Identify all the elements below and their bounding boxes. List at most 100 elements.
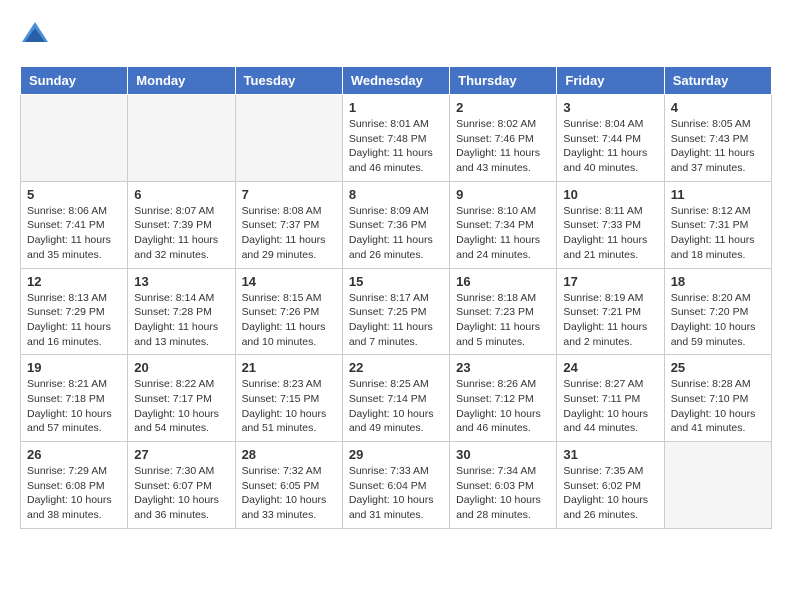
day-number: 4 <box>671 100 765 115</box>
calendar-day-cell: 28 Sunrise: 7:32 AM Sunset: 6:05 PM Dayli… <box>235 442 342 529</box>
calendar-day-header: Sunday <box>21 67 128 95</box>
day-number: 27 <box>134 447 228 462</box>
calendar-day-cell: 12 Sunrise: 8:13 AM Sunset: 7:29 PM Dayli… <box>21 268 128 355</box>
calendar-day-cell: 15Sunrise: 8:17 AM Sunset: 7:25 PM Dayli… <box>342 268 449 355</box>
day-number: 21 <box>242 360 336 375</box>
calendar-day-cell: 7 Sunrise: 8:08 AM Sunset: 7:37 PM Daylig… <box>235 181 342 268</box>
day-info: Sunrise: 8:02 AM Sunset: 7:46 PM Dayligh… <box>456 117 550 176</box>
calendar-day-cell: 16 Sunrise: 8:18 AM Sunset: 7:23 PM Dayli… <box>450 268 557 355</box>
day-info: Sunrise: 8:23 AM Sunset: 7:15 PM Dayligh… <box>242 377 336 436</box>
calendar-day-cell: 30 Sunrise: 7:34 AM Sunset: 6:03 PM Dayli… <box>450 442 557 529</box>
day-info: Sunrise: 8:14 AM Sunset: 7:28 PM Dayligh… <box>134 291 228 350</box>
calendar-day-cell: 2 Sunrise: 8:02 AM Sunset: 7:46 PM Daylig… <box>450 95 557 182</box>
day-info: Sunrise: 7:32 AM Sunset: 6:05 PM Dayligh… <box>242 464 336 523</box>
day-number: 14 <box>242 274 336 289</box>
day-info: Sunrise: 7:34 AM Sunset: 6:03 PM Dayligh… <box>456 464 550 523</box>
day-number: 6 <box>134 187 228 202</box>
calendar-day-cell: 23 Sunrise: 8:26 AM Sunset: 7:12 PM Dayli… <box>450 355 557 442</box>
day-number: 29 <box>349 447 443 462</box>
day-info: Sunrise: 8:26 AM Sunset: 7:12 PM Dayligh… <box>456 377 550 436</box>
day-info: Sunrise: 8:15 AM Sunset: 7:26 PM Dayligh… <box>242 291 336 350</box>
day-number: 15 <box>349 274 443 289</box>
day-info: Sunrise: 8:08 AM Sunset: 7:37 PM Dayligh… <box>242 204 336 263</box>
day-info: Sunrise: 8:25 AM Sunset: 7:14 PM Dayligh… <box>349 377 443 436</box>
day-info: Sunrise: 8:11 AM Sunset: 7:33 PM Dayligh… <box>563 204 657 263</box>
day-info: Sunrise: 8:10 AM Sunset: 7:34 PM Dayligh… <box>456 204 550 263</box>
day-info: Sunrise: 8:06 AM Sunset: 7:41 PM Dayligh… <box>27 204 121 263</box>
day-info: Sunrise: 8:12 AM Sunset: 7:31 PM Dayligh… <box>671 204 765 263</box>
calendar-day-cell: 17 Sunrise: 8:19 AM Sunset: 7:21 PM Dayli… <box>557 268 664 355</box>
calendar-day-cell: 24Sunrise: 8:27 AM Sunset: 7:11 PM Dayli… <box>557 355 664 442</box>
calendar-week-row: 26 Sunrise: 7:29 AM Sunset: 6:08 PM Dayli… <box>21 442 772 529</box>
day-number: 12 <box>27 274 121 289</box>
calendar-day-cell: 1 Sunrise: 8:01 AM Sunset: 7:48 PM Daylig… <box>342 95 449 182</box>
calendar-header-row: SundayMondayTuesdayWednesdayThursdayFrid… <box>21 67 772 95</box>
day-info: Sunrise: 8:28 AM Sunset: 7:10 PM Dayligh… <box>671 377 765 436</box>
day-number: 10 <box>563 187 657 202</box>
day-number: 31 <box>563 447 657 462</box>
calendar-day-cell: 10 Sunrise: 8:11 AM Sunset: 7:33 PM Dayli… <box>557 181 664 268</box>
calendar-day-header: Friday <box>557 67 664 95</box>
calendar-day-cell: 3Sunrise: 8:04 AM Sunset: 7:44 PM Daylig… <box>557 95 664 182</box>
day-number: 18 <box>671 274 765 289</box>
day-info: Sunrise: 8:20 AM Sunset: 7:20 PM Dayligh… <box>671 291 765 350</box>
calendar-day-header: Monday <box>128 67 235 95</box>
day-info: Sunrise: 7:33 AM Sunset: 6:04 PM Dayligh… <box>349 464 443 523</box>
day-info: Sunrise: 8:07 AM Sunset: 7:39 PM Dayligh… <box>134 204 228 263</box>
calendar-day-cell: 19 Sunrise: 8:21 AM Sunset: 7:18 PM Dayli… <box>21 355 128 442</box>
day-number: 26 <box>27 447 121 462</box>
day-number: 28 <box>242 447 336 462</box>
calendar-week-row: 5 Sunrise: 8:06 AM Sunset: 7:41 PM Daylig… <box>21 181 772 268</box>
day-number: 30 <box>456 447 550 462</box>
logo <box>20 20 54 50</box>
calendar-day-cell <box>235 95 342 182</box>
calendar-day-cell <box>128 95 235 182</box>
day-number: 23 <box>456 360 550 375</box>
day-info: Sunrise: 8:21 AM Sunset: 7:18 PM Dayligh… <box>27 377 121 436</box>
calendar-day-cell: 8 Sunrise: 8:09 AM Sunset: 7:36 PM Daylig… <box>342 181 449 268</box>
calendar-day-cell: 14 Sunrise: 8:15 AM Sunset: 7:26 PM Dayli… <box>235 268 342 355</box>
calendar-day-cell <box>21 95 128 182</box>
day-info: Sunrise: 8:09 AM Sunset: 7:36 PM Dayligh… <box>349 204 443 263</box>
day-number: 25 <box>671 360 765 375</box>
day-number: 1 <box>349 100 443 115</box>
calendar-day-cell: 27Sunrise: 7:30 AM Sunset: 6:07 PM Dayli… <box>128 442 235 529</box>
day-number: 2 <box>456 100 550 115</box>
calendar-day-header: Wednesday <box>342 67 449 95</box>
day-info: Sunrise: 8:22 AM Sunset: 7:17 PM Dayligh… <box>134 377 228 436</box>
day-info: Sunrise: 8:19 AM Sunset: 7:21 PM Dayligh… <box>563 291 657 350</box>
page-header <box>20 20 772 50</box>
calendar-week-row: 19 Sunrise: 8:21 AM Sunset: 7:18 PM Dayli… <box>21 355 772 442</box>
day-info: Sunrise: 8:18 AM Sunset: 7:23 PM Dayligh… <box>456 291 550 350</box>
calendar-day-cell <box>664 442 771 529</box>
calendar-day-cell: 26 Sunrise: 7:29 AM Sunset: 6:08 PM Dayli… <box>21 442 128 529</box>
calendar-day-header: Saturday <box>664 67 771 95</box>
calendar-day-cell: 4 Sunrise: 8:05 AM Sunset: 7:43 PM Daylig… <box>664 95 771 182</box>
calendar-day-cell: 31Sunrise: 7:35 AM Sunset: 6:02 PM Dayli… <box>557 442 664 529</box>
day-number: 8 <box>349 187 443 202</box>
calendar-week-row: 12 Sunrise: 8:13 AM Sunset: 7:29 PM Dayli… <box>21 268 772 355</box>
day-number: 20 <box>134 360 228 375</box>
day-info: Sunrise: 8:13 AM Sunset: 7:29 PM Dayligh… <box>27 291 121 350</box>
day-number: 22 <box>349 360 443 375</box>
day-info: Sunrise: 8:05 AM Sunset: 7:43 PM Dayligh… <box>671 117 765 176</box>
day-info: Sunrise: 8:01 AM Sunset: 7:48 PM Dayligh… <box>349 117 443 176</box>
logo-icon <box>20 20 50 50</box>
calendar-day-cell: 18 Sunrise: 8:20 AM Sunset: 7:20 PM Dayli… <box>664 268 771 355</box>
calendar-day-cell: 13 Sunrise: 8:14 AM Sunset: 7:28 PM Dayli… <box>128 268 235 355</box>
day-number: 13 <box>134 274 228 289</box>
calendar-day-cell: 6 Sunrise: 8:07 AM Sunset: 7:39 PM Daylig… <box>128 181 235 268</box>
calendar-day-cell: 21 Sunrise: 8:23 AM Sunset: 7:15 PM Dayli… <box>235 355 342 442</box>
day-info: Sunrise: 7:29 AM Sunset: 6:08 PM Dayligh… <box>27 464 121 523</box>
day-number: 5 <box>27 187 121 202</box>
day-number: 24 <box>563 360 657 375</box>
day-number: 16 <box>456 274 550 289</box>
day-number: 19 <box>27 360 121 375</box>
day-number: 3 <box>563 100 657 115</box>
calendar-day-cell: 25 Sunrise: 8:28 AM Sunset: 7:10 PM Dayli… <box>664 355 771 442</box>
calendar-day-cell: 29 Sunrise: 7:33 AM Sunset: 6:04 PM Dayli… <box>342 442 449 529</box>
calendar-day-cell: 11Sunrise: 8:12 AM Sunset: 7:31 PM Dayli… <box>664 181 771 268</box>
day-number: 17 <box>563 274 657 289</box>
calendar-day-cell: 22 Sunrise: 8:25 AM Sunset: 7:14 PM Dayli… <box>342 355 449 442</box>
day-number: 7 <box>242 187 336 202</box>
